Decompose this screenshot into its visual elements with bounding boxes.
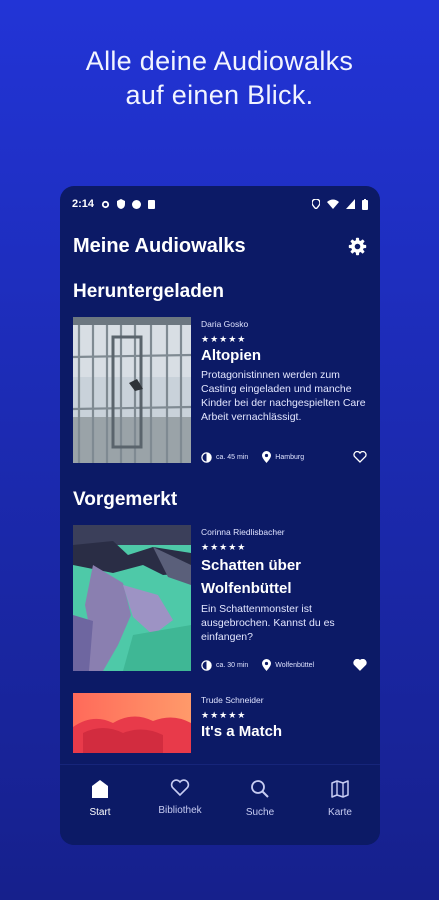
bottom-navigation: Start Bibliothek Suche Karte bbox=[60, 764, 380, 845]
nav-label: Bibliothek bbox=[158, 805, 202, 816]
nav-label: Start bbox=[89, 807, 111, 818]
settings-status-icon bbox=[101, 200, 110, 208]
walk-info: Daria Gosko ★★★★★ Altopien Protagonistin… bbox=[191, 317, 367, 463]
walk-title: Altopien bbox=[201, 347, 261, 364]
section-title-bookmarked: Vorgemerkt bbox=[73, 489, 178, 510]
nav-item-suche[interactable]: Suche bbox=[220, 765, 300, 845]
nav-item-start[interactable]: Start bbox=[60, 765, 140, 845]
walk-card[interactable]: Daria Gosko ★★★★★ Altopien Protagonistin… bbox=[60, 317, 380, 463]
section-title-downloaded: Heruntergeladen bbox=[73, 281, 224, 302]
nav-item-bibliothek[interactable]: Bibliothek bbox=[140, 765, 220, 845]
record-status-icon bbox=[132, 199, 142, 209]
sim-status-icon bbox=[148, 199, 156, 209]
heart-outline-icon[interactable] bbox=[353, 451, 367, 463]
walk-card[interactable]: Corinna Riedlisbacher ★★★★★ Schatten übe… bbox=[60, 525, 380, 671]
walk-title: It's a Match bbox=[201, 723, 283, 740]
promo-line-2: auf einen Blick. bbox=[125, 80, 314, 110]
home-icon bbox=[92, 780, 108, 798]
heart-icon bbox=[170, 779, 190, 797]
walk-card[interactable]: Trude Schneider ★★★★★ It's a Match bbox=[60, 693, 380, 753]
status-bar: 2:14 bbox=[60, 186, 380, 222]
battery-icon bbox=[362, 198, 368, 210]
status-time: 2:14 bbox=[72, 198, 95, 210]
nav-label: Suche bbox=[245, 807, 275, 818]
app-bar: Meine Audiowalks bbox=[60, 224, 380, 268]
shield-status-icon bbox=[117, 199, 126, 209]
walk-info: Trude Schneider ★★★★★ It's a Match bbox=[191, 693, 367, 753]
walk-location: Hamburg bbox=[275, 453, 305, 461]
location-pin-icon bbox=[262, 451, 272, 463]
location-status-icon bbox=[312, 199, 320, 209]
walk-meta: ca. 45 min Hamburg bbox=[201, 451, 367, 463]
nav-label: Karte bbox=[328, 807, 352, 818]
clock-icon bbox=[201, 659, 212, 671]
gear-icon[interactable] bbox=[348, 237, 367, 256]
promo-line-1: Alle deine Audiowalks bbox=[85, 46, 354, 76]
walk-info: Corinna Riedlisbacher ★★★★★ Schatten übe… bbox=[191, 525, 367, 671]
search-icon bbox=[251, 780, 269, 798]
walk-title: Schatten über Wolfenbüttel bbox=[201, 557, 302, 597]
location-pin-icon bbox=[262, 659, 272, 671]
nav-item-karte[interactable]: Karte bbox=[300, 765, 380, 845]
walk-description: Protagonistinnen werden zum Casting eing… bbox=[201, 369, 366, 423]
walk-location: Wolfenbüttel bbox=[275, 661, 315, 669]
walk-thumbnail bbox=[73, 525, 191, 671]
walk-meta: ca. 30 min Wolfenbüttel bbox=[201, 659, 367, 671]
walk-duration: ca. 30 min bbox=[216, 661, 249, 669]
walk-author: Daria Gosko bbox=[201, 319, 249, 329]
phone-screen: 2:14 Meine Audiowalks Heruntergeladen Da… bbox=[60, 186, 380, 845]
clock-icon bbox=[201, 451, 212, 463]
rating-stars: ★★★★★ bbox=[201, 710, 247, 720]
rating-stars: ★★★★★ bbox=[201, 334, 247, 344]
wifi-icon bbox=[327, 199, 339, 209]
signal-icon bbox=[346, 199, 355, 209]
walk-author: Trude Schneider bbox=[201, 695, 264, 705]
walk-thumbnail bbox=[73, 693, 191, 753]
rating-stars: ★★★★★ bbox=[201, 542, 247, 552]
walk-description: Ein Schattenmonster ist ausgebrochen. Ka… bbox=[201, 603, 335, 643]
walk-thumbnail bbox=[73, 317, 191, 463]
promo-headline: Alle deine Audiowalks auf einen Blick. bbox=[0, 44, 439, 112]
heart-filled-icon[interactable] bbox=[353, 659, 367, 671]
map-icon bbox=[331, 780, 349, 798]
page-title: Meine Audiowalks bbox=[73, 234, 246, 257]
walk-duration: ca. 45 min bbox=[216, 453, 249, 461]
walk-author: Corinna Riedlisbacher bbox=[201, 527, 285, 537]
